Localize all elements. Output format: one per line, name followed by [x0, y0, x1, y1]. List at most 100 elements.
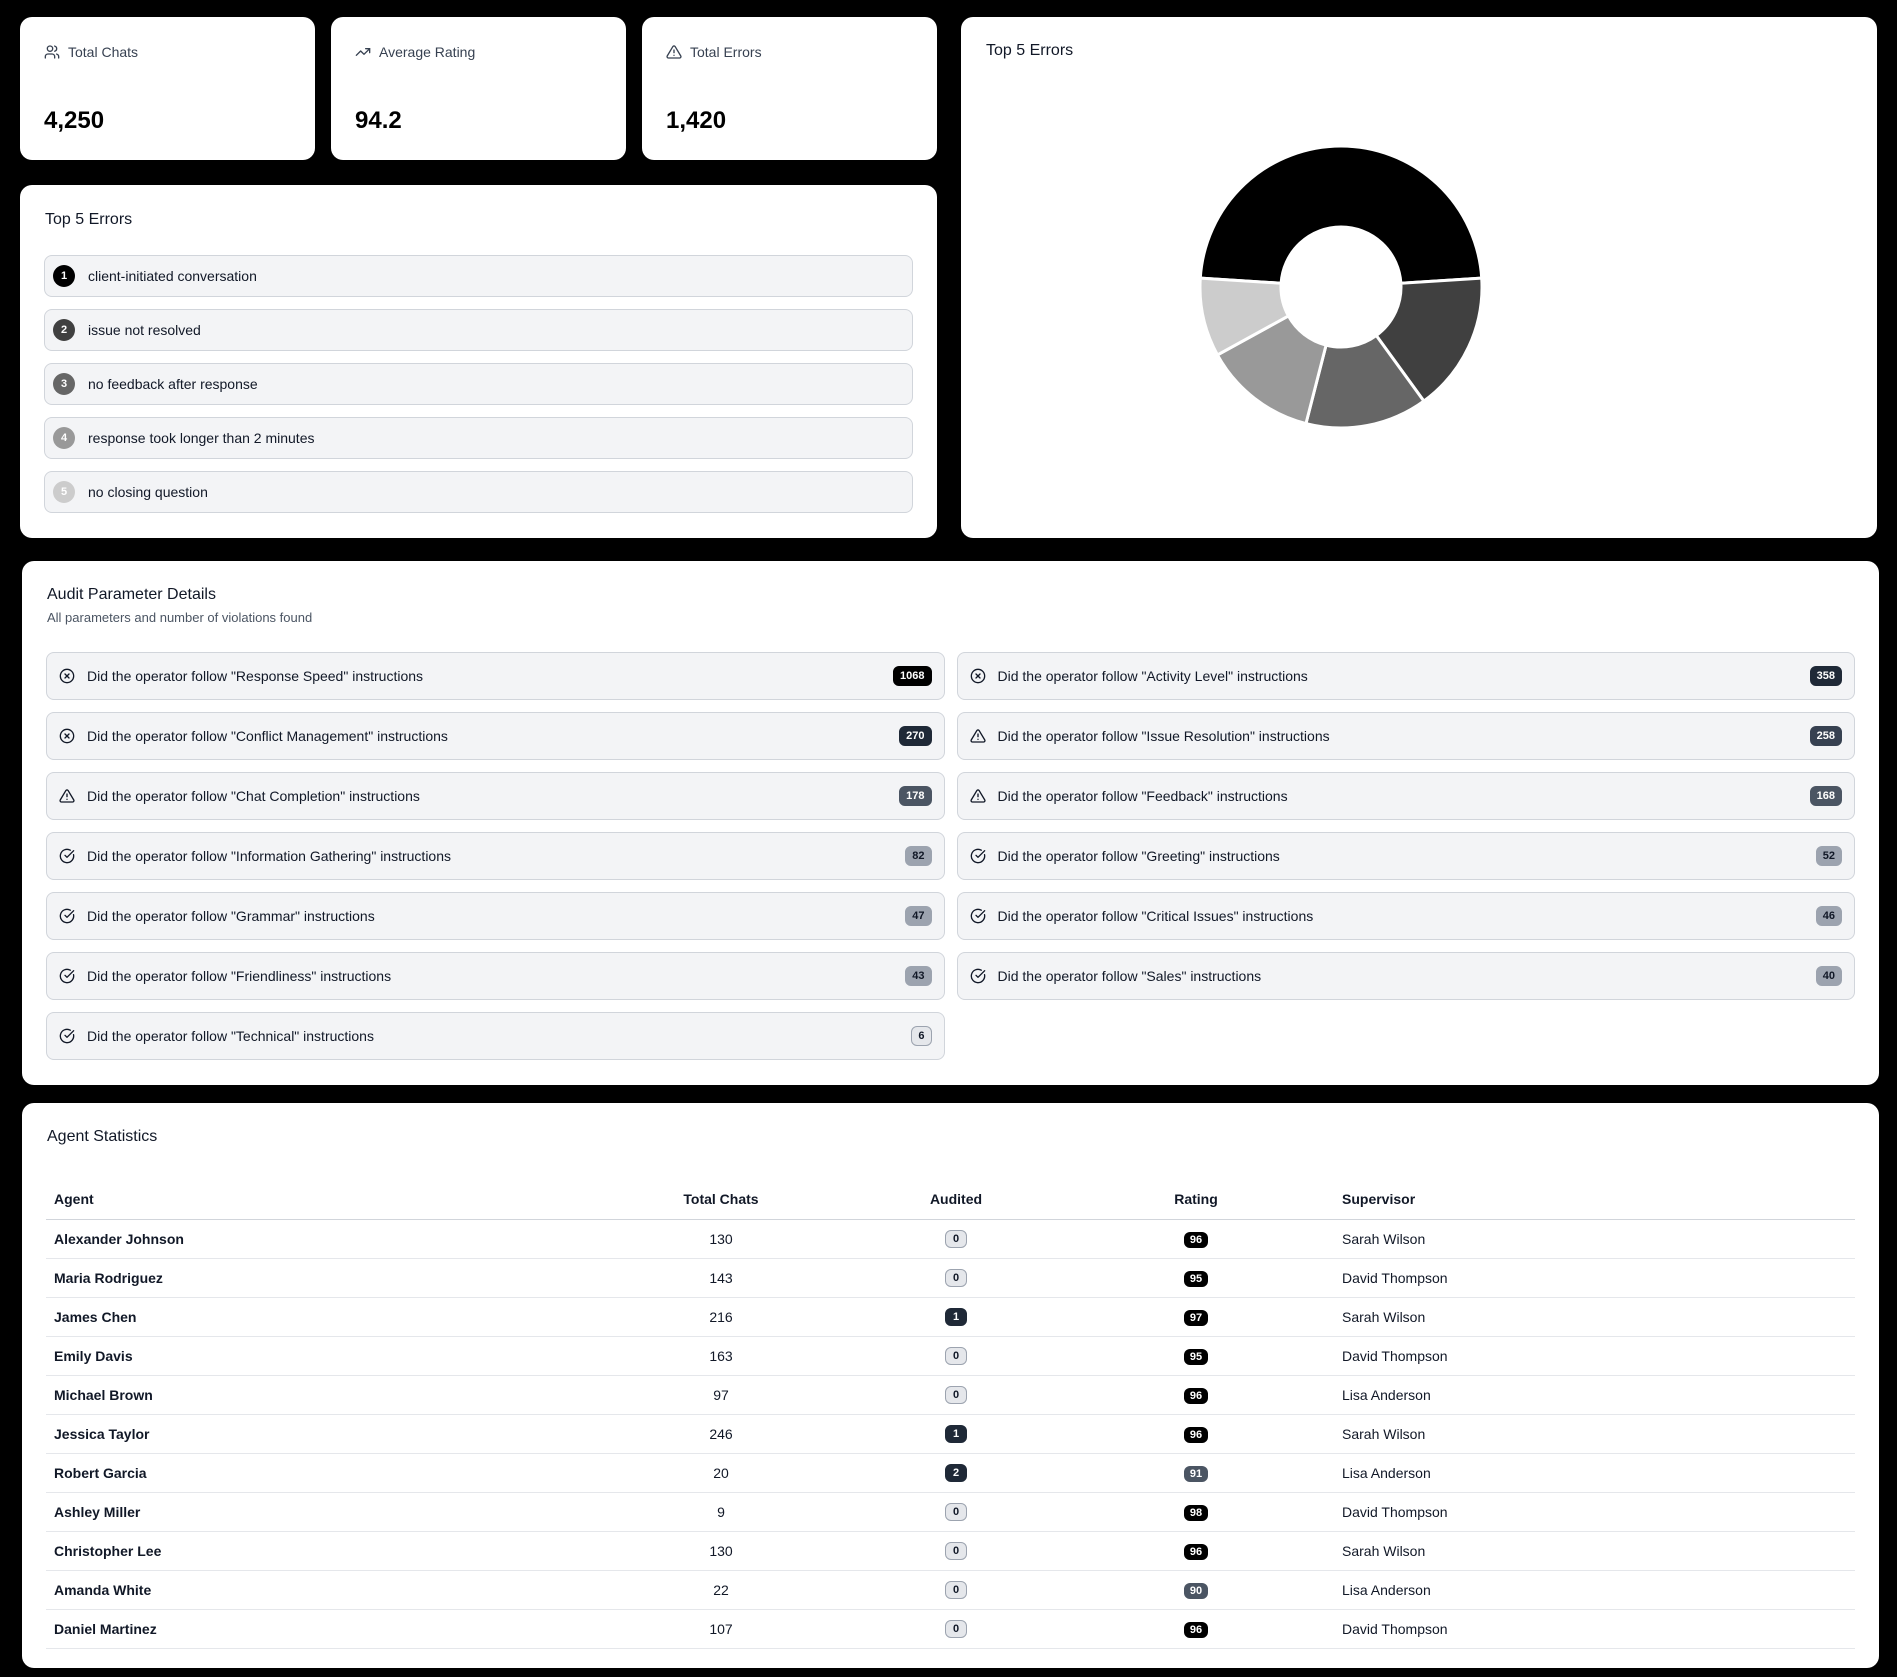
- audit-parameter-item: Did the operator follow "Critical Issues…: [956, 892, 1855, 940]
- rank-badge: 5: [53, 481, 75, 503]
- audited-cell: 0: [836, 1375, 1076, 1415]
- violation-count-badge: 270: [899, 726, 932, 746]
- audit-parameter-item: Did the operator follow "Issue Resolutio…: [956, 712, 1855, 760]
- rating-cell: 95: [1076, 1258, 1316, 1298]
- top-errors-card: Top 5 Errors 1 client-initiated conversa…: [20, 185, 937, 538]
- audit-parameter-item: Did the operator follow "Technical" inst…: [46, 1012, 945, 1060]
- total-chats-cell: 246: [606, 1414, 836, 1454]
- error-item: 3 no feedback after response: [44, 363, 913, 405]
- supervisor-cell: Sarah Wilson: [1316, 1531, 1855, 1571]
- col-header-total-chats: Total Chats: [606, 1179, 836, 1220]
- alert-triangle-icon: [666, 45, 682, 59]
- audit-parameter-item: Did the operator follow "Information Gat…: [46, 832, 945, 880]
- error-item: 5 no closing question: [44, 471, 913, 513]
- rating-cell: 96: [1076, 1531, 1316, 1571]
- agent-table: Agent Total Chats Audited Rating Supervi…: [46, 1179, 1855, 1649]
- agent-name: Christopher Lee: [46, 1531, 606, 1571]
- agent-name: Alexander Johnson: [46, 1219, 606, 1259]
- violation-count-badge: 43: [905, 966, 932, 986]
- rating-cell: 91: [1076, 1453, 1316, 1493]
- rating-badge: 96: [1183, 1543, 1209, 1560]
- violation-count-badge: 46: [1815, 906, 1842, 926]
- agent-name: Emily Davis: [46, 1336, 606, 1376]
- table-row: Maria Rodriguez 143 0 95 David Thompson: [46, 1258, 1855, 1298]
- table-header-row: Agent Total Chats Audited Rating Supervi…: [46, 1179, 1855, 1220]
- card-title: Top 5 Errors: [45, 211, 133, 228]
- audit-parameter-item: Did the operator follow "Response Speed"…: [46, 652, 945, 700]
- total-chats-cell: 130: [606, 1531, 836, 1571]
- audited-cell: 0: [836, 1219, 1076, 1259]
- total-chats-cell: 20: [606, 1453, 836, 1493]
- agent-name: James Chen: [46, 1297, 606, 1337]
- error-label: response took longer than 2 minutes: [88, 430, 315, 446]
- violation-count-badge: 258: [1809, 726, 1842, 746]
- table-row: Alexander Johnson 130 0 96 Sarah Wilson: [46, 1219, 1855, 1259]
- rating-badge: 91: [1183, 1465, 1209, 1482]
- check-circle-icon: [59, 848, 75, 864]
- total-chats-cell: 97: [606, 1375, 836, 1415]
- audited-cell: 0: [836, 1492, 1076, 1532]
- supervisor-cell: Sarah Wilson: [1316, 1297, 1855, 1337]
- audited-badge: 1: [945, 1308, 967, 1326]
- rating-cell: 96: [1076, 1414, 1316, 1454]
- total-chats-cell: 9: [606, 1492, 836, 1532]
- agent-name: Ashley Miller: [46, 1492, 606, 1532]
- audit-parameter-label: Did the operator follow "Activity Level"…: [997, 668, 1308, 684]
- table-row: Ashley Miller 9 0 98 David Thompson: [46, 1492, 1855, 1532]
- audited-cell: 1: [836, 1297, 1076, 1337]
- x-circle-icon: [59, 668, 75, 684]
- card-subtitle: All parameters and number of violations …: [47, 610, 313, 625]
- audited-cell: 2: [836, 1453, 1076, 1493]
- violation-count-badge: 40: [1815, 966, 1842, 986]
- audit-parameter-item: Did the operator follow "Grammar" instru…: [46, 892, 945, 940]
- audited-cell: 1: [836, 1414, 1076, 1454]
- stat-card-average-rating: Average Rating 94.2: [331, 17, 626, 160]
- violation-count-badge: 47: [905, 906, 932, 926]
- check-circle-icon: [970, 908, 985, 924]
- table-row: James Chen 216 1 97 Sarah Wilson: [46, 1297, 1855, 1337]
- supervisor-cell: David Thompson: [1316, 1336, 1855, 1376]
- audited-badge: 0: [945, 1347, 967, 1365]
- audited-badge: 0: [945, 1620, 967, 1638]
- audit-parameter-item: Did the operator follow "Sales" instruct…: [956, 952, 1855, 1000]
- alert-triangle-icon: [59, 789, 75, 803]
- audited-cell: 0: [836, 1258, 1076, 1298]
- audit-parameter-label: Did the operator follow "Critical Issues…: [997, 908, 1314, 924]
- supervisor-cell: David Thompson: [1316, 1492, 1855, 1532]
- trending-up-icon: [355, 48, 371, 56]
- violation-count-badge: 168: [1809, 786, 1842, 806]
- supervisor-cell: David Thompson: [1316, 1609, 1855, 1649]
- audit-grid: Did the operator follow "Response Speed"…: [46, 652, 1855, 1060]
- audited-cell: 0: [836, 1336, 1076, 1376]
- audit-parameter-label: Did the operator follow "Feedback" instr…: [997, 788, 1288, 804]
- rating-cell: 96: [1076, 1219, 1316, 1259]
- audit-parameter-label: Did the operator follow "Issue Resolutio…: [997, 728, 1330, 744]
- stat-value: 94.2: [355, 107, 402, 134]
- rating-badge: 95: [1183, 1348, 1209, 1365]
- table-row: Emily Davis 163 0 95 David Thompson: [46, 1336, 1855, 1376]
- rating-cell: 98: [1076, 1492, 1316, 1532]
- audited-badge: 2: [945, 1464, 967, 1482]
- col-header-audited: Audited: [836, 1179, 1076, 1220]
- stat-label: Total Errors: [690, 44, 762, 60]
- users-icon: [44, 45, 60, 59]
- audit-parameter-label: Did the operator follow "Grammar" instru…: [87, 908, 375, 924]
- agent-name: Daniel Martinez: [46, 1609, 606, 1649]
- donut-slice[interactable]: [1198, 144, 1484, 285]
- error-label: issue not resolved: [88, 322, 201, 338]
- col-header-supervisor: Supervisor: [1316, 1179, 1855, 1220]
- supervisor-cell: Sarah Wilson: [1316, 1414, 1855, 1454]
- total-chats-cell: 107: [606, 1609, 836, 1649]
- rating-badge: 98: [1183, 1504, 1209, 1521]
- agent-name: Maria Rodriguez: [46, 1258, 606, 1298]
- agent-name: Jessica Taylor: [46, 1414, 606, 1454]
- violation-count-badge: 52: [1815, 846, 1842, 866]
- rating-cell: 95: [1076, 1336, 1316, 1376]
- rating-badge: 96: [1183, 1231, 1209, 1248]
- rating-badge: 96: [1183, 1426, 1209, 1443]
- col-header-agent: Agent: [46, 1179, 606, 1220]
- error-item: 4 response took longer than 2 minutes: [44, 417, 913, 459]
- check-circle-icon: [59, 908, 75, 924]
- rating-badge: 90: [1183, 1582, 1209, 1599]
- audit-parameter-label: Did the operator follow "Technical" inst…: [87, 1028, 374, 1044]
